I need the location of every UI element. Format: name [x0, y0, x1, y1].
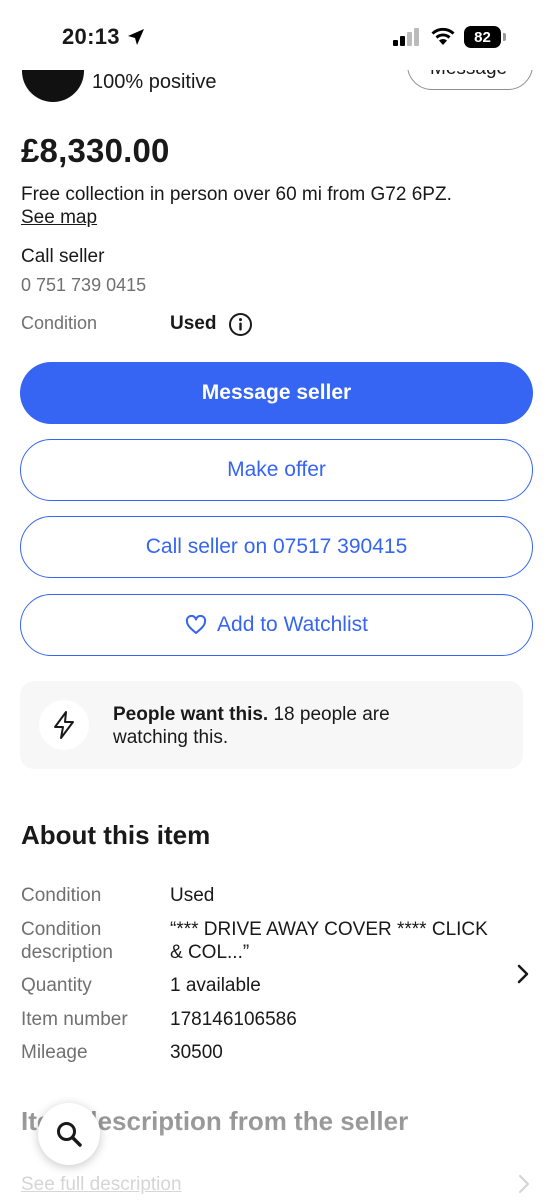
condition-value: Used — [170, 313, 217, 334]
spec-label: Mileage — [21, 1042, 88, 1063]
heart-icon — [185, 615, 207, 634]
spec-value: “*** DRIVE AWAY COVER **** CLICK & COL..… — [170, 919, 488, 963]
make-offer-button[interactable]: Make offer — [20, 439, 533, 501]
message-seller-button[interactable]: Message seller — [20, 362, 533, 424]
signal-icon — [393, 28, 419, 46]
see-full-description-link[interactable]: See full description — [21, 1174, 182, 1196]
info-icon[interactable] — [228, 312, 253, 337]
spec-value: 178146106586 — [170, 1009, 297, 1030]
watchers-text: People want this. 18 people are watching… — [113, 703, 433, 749]
search-icon — [57, 1122, 82, 1147]
watchlist-label: Add to Watchlist — [217, 613, 368, 636]
seller-feedback: 100% positive — [92, 71, 217, 93]
chevron-right-icon[interactable] — [514, 963, 532, 985]
delivery-info: Free collection in person over 60 mi fro… — [21, 184, 452, 205]
item-price: £8,330.00 — [21, 132, 170, 169]
about-item-title: About this item — [21, 820, 211, 850]
location-arrow-icon — [128, 29, 144, 45]
status-bar: 20:13 82 — [0, 0, 554, 70]
signal-icon-wrap — [39, 700, 89, 750]
call-seller-label: Call seller — [21, 246, 105, 267]
spec-value: Used — [170, 885, 215, 906]
spec-label: Condition description — [21, 919, 113, 963]
spec-label: Item number — [21, 1009, 128, 1030]
spec-label: Quantity — [21, 975, 92, 996]
watchers-bold: People want this. — [113, 704, 269, 725]
battery-level: 82 — [464, 26, 501, 48]
see-map-link[interactable]: See map — [21, 207, 97, 229]
wifi-icon — [431, 27, 455, 45]
spec-label: Condition — [21, 885, 102, 906]
status-time: 20:13 — [62, 24, 120, 49]
call-seller-button[interactable]: Call seller on 07517 390415 — [20, 516, 533, 578]
spec-value: 30500 — [170, 1042, 223, 1063]
watchers-signal-card: People want this. 18 people are watching… — [20, 681, 523, 769]
add-to-watchlist-button[interactable]: Add to Watchlist — [20, 594, 533, 656]
search-button[interactable] — [38, 1103, 100, 1165]
battery-icon: 82 — [464, 26, 506, 48]
lightning-icon — [54, 711, 74, 739]
chevron-right-icon[interactable] — [516, 1173, 532, 1195]
seller-phone[interactable]: 0 751 739 0415 — [21, 275, 146, 296]
condition-label: Condition — [21, 313, 98, 333]
spec-value: 1 available — [170, 975, 261, 996]
